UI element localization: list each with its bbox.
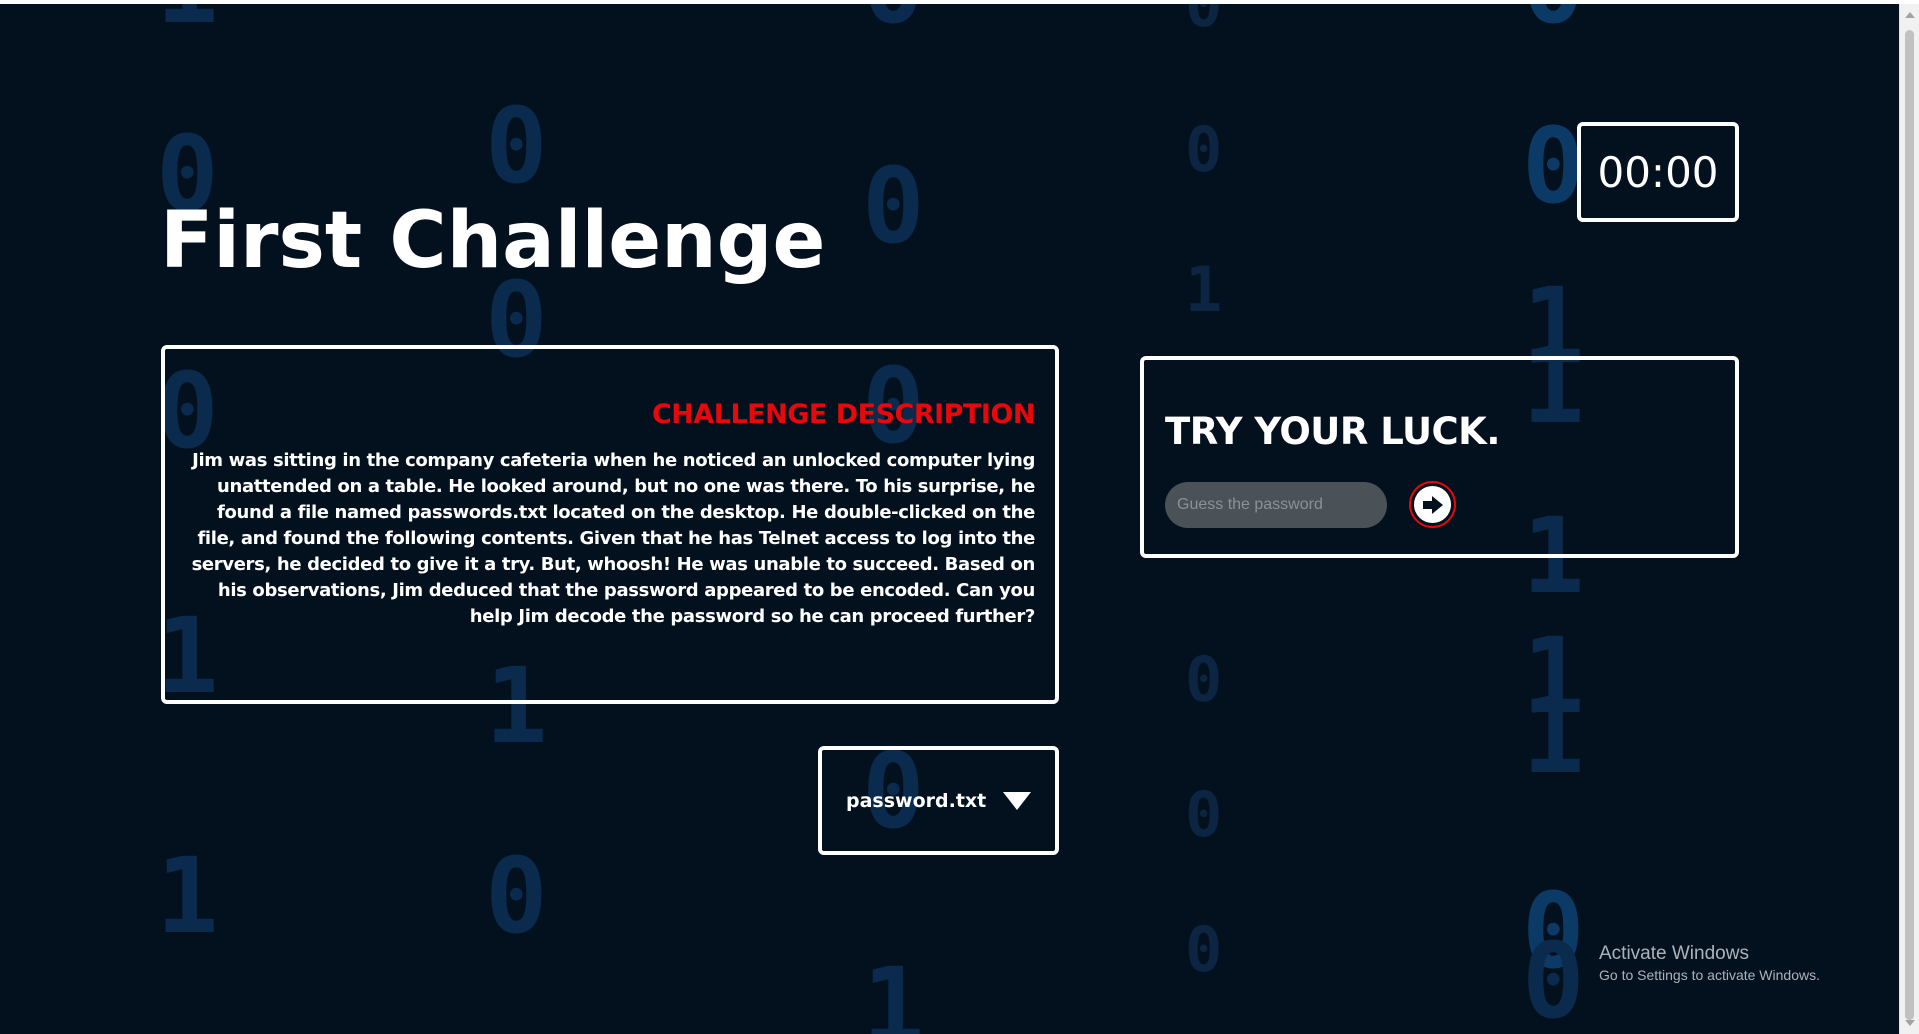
bg-digit: 1 xyxy=(1522,615,1585,737)
bg-digit: 0 xyxy=(1522,105,1585,227)
guess-heading: TRY YOUR LUCK. xyxy=(1165,410,1500,453)
challenge-description-box: CHALLENGE DESCRIPTION Jim was sitting in… xyxy=(161,345,1059,704)
submit-guess-button[interactable] xyxy=(1409,481,1456,528)
bg-digit: 0 xyxy=(1185,643,1223,716)
bg-digit: 1 xyxy=(1185,253,1223,326)
bg-digit: 0 xyxy=(1185,113,1223,186)
password-file-label: password.txt xyxy=(846,789,987,812)
bg-digit: 0 xyxy=(1185,4,1223,41)
password-file-dropdown[interactable]: password.txt xyxy=(818,746,1059,855)
scrollbar-thumb[interactable] xyxy=(1905,30,1914,1020)
watermark-title: Activate Windows xyxy=(1599,943,1749,964)
chevron-down-icon xyxy=(1003,791,1031,810)
page-title: First Challenge xyxy=(160,196,826,286)
watermark-subtitle: Go to Settings to activate Windows. xyxy=(1599,967,1820,983)
bg-digit: 0 xyxy=(1522,4,1585,38)
bg-digit: 1 xyxy=(1522,675,1585,797)
challenge-description-heading: CHALLENGE DESCRIPTION xyxy=(651,399,1036,430)
bg-digit: 0 xyxy=(1522,920,1585,1034)
password-guess-input[interactable] xyxy=(1165,481,1387,528)
guess-box: TRY YOUR LUCK. xyxy=(1140,356,1739,558)
timer-box: 00:00 xyxy=(1577,122,1739,222)
bg-digit: 1 xyxy=(862,945,925,1034)
bg-digit: 0 xyxy=(1522,870,1585,992)
bg-digit: 0 xyxy=(1185,778,1223,851)
challenge-description-text: Jim was sitting in the company cafeteria… xyxy=(191,450,1036,627)
bg-digit: 0 xyxy=(485,85,548,207)
bg-digit: 0 xyxy=(862,145,925,267)
bg-digit: 0 xyxy=(862,4,925,38)
scroll-down-arrow-icon[interactable] xyxy=(1905,1020,1915,1026)
bg-digit: 0 xyxy=(485,835,548,957)
arrow-right-icon xyxy=(1414,486,1451,523)
bg-digit: 1 xyxy=(156,835,219,957)
page-background: 0 0 0 0 0 0 0 0 0 0 1 1 1 1 1 1 1 1 0 0 … xyxy=(0,4,1899,1034)
guess-row xyxy=(1165,481,1715,528)
vertical-scrollbar[interactable] xyxy=(1899,4,1919,1034)
arrow-right-icon-svg xyxy=(1422,495,1443,514)
bg-digit: 1 xyxy=(156,4,219,38)
timer-text: 00:00 xyxy=(1597,147,1719,197)
bg-digit: 0 xyxy=(1185,913,1223,986)
scroll-up-arrow-icon[interactable] xyxy=(1905,12,1915,18)
windows-activation-watermark: Activate Windows Go to Settings to activ… xyxy=(1599,942,1820,984)
